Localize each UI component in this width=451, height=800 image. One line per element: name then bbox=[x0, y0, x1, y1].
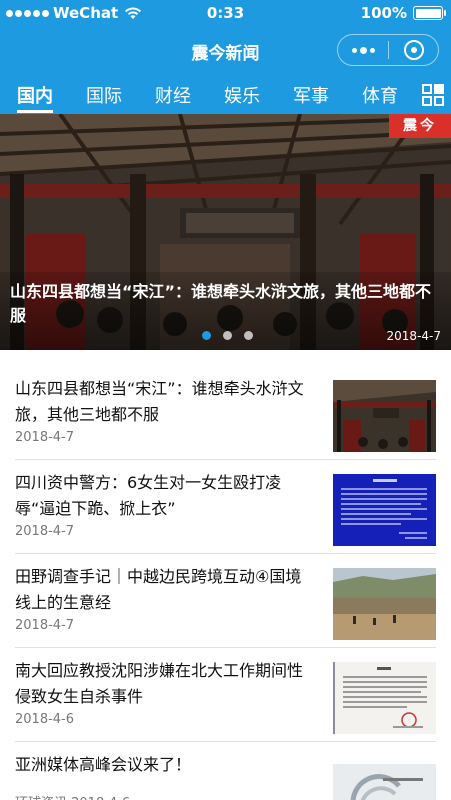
status-right: 100% bbox=[360, 4, 446, 22]
carousel-dot[interactable] bbox=[202, 331, 211, 340]
tab-domestic[interactable]: 国内 bbox=[17, 82, 53, 108]
carousel-dot[interactable] bbox=[223, 331, 232, 340]
tab-finance[interactable]: 财经 bbox=[155, 82, 191, 108]
news-date: 2018-4-7 bbox=[15, 618, 75, 633]
news-item[interactable]: 四川资中警方：6女生对一女生殴打凌辱“逼迫下跪、掀上衣” 2018-4-7 bbox=[15, 460, 436, 554]
news-date: 2018-4-7 bbox=[15, 524, 75, 539]
status-bar: WeChat 0:33 100% bbox=[0, 0, 451, 26]
more-button[interactable] bbox=[338, 35, 388, 65]
carousel-dot[interactable] bbox=[244, 331, 253, 340]
tab-sports[interactable]: 体育 bbox=[362, 82, 398, 108]
news-item[interactable]: 山东四县都想当“宋江”：谁想牵头水浒文旅，其他三地都不服 2018-4-7 bbox=[15, 366, 436, 460]
miniprogram-capsule bbox=[337, 34, 439, 66]
active-tab-indicator bbox=[17, 110, 53, 113]
news-date: 环球资讯 2018-4-6 bbox=[15, 792, 130, 800]
tab-international[interactable]: 国际 bbox=[86, 82, 122, 108]
hero-title[interactable]: 山东四县都想当“宋江”：谁想牵头水浒文旅，其他三地都不服 bbox=[10, 280, 442, 328]
news-thumbnail[interactable] bbox=[333, 764, 436, 800]
news-title[interactable]: 四川资中警方：6女生对一女生殴打凌辱“逼迫下跪、掀上衣” bbox=[15, 470, 315, 522]
category-tabs: 国内 国际 财经 娱乐 军事 体育 bbox=[0, 74, 451, 114]
battery-icon bbox=[413, 6, 446, 20]
close-button[interactable] bbox=[389, 35, 438, 65]
close-icon bbox=[403, 40, 424, 60]
battery-percent: 100% bbox=[360, 4, 407, 22]
news-title[interactable]: 南大回应教授沈阳涉嫌在北大工作期间性侵致女生自杀事件 bbox=[15, 658, 315, 710]
news-item[interactable]: 南大回应教授沈阳涉嫌在北大工作期间性侵致女生自杀事件 2018-4-6 bbox=[15, 648, 436, 742]
news-thumbnail[interactable] bbox=[333, 568, 436, 640]
grid-menu-icon[interactable] bbox=[422, 84, 444, 106]
tab-entertainment[interactable]: 娱乐 bbox=[224, 82, 260, 108]
brand-badge: 震今 bbox=[389, 114, 451, 138]
tab-military[interactable]: 军事 bbox=[293, 82, 329, 108]
news-thumbnail[interactable] bbox=[333, 474, 436, 546]
nav-bar: 震今新闻 bbox=[0, 26, 451, 74]
news-title[interactable]: 田野调查手记｜中越边民跨境互动④国境线上的生意经 bbox=[15, 564, 315, 616]
hero-date: 2018-4-7 bbox=[386, 329, 441, 343]
news-title[interactable]: 山东四县都想当“宋江”：谁想牵头水浒文旅，其他三地都不服 bbox=[15, 376, 315, 428]
news-thumbnail[interactable] bbox=[333, 380, 436, 452]
news-date: 2018-4-7 bbox=[15, 430, 75, 445]
carousel-indicator bbox=[202, 331, 253, 340]
news-title[interactable]: 亚洲媒体高峰会议来了！ bbox=[15, 752, 315, 778]
hero-carousel[interactable]: 震今 山东四县都想当“宋江”：谁想牵头水浒文旅，其他三地都不服 2018-4-7 bbox=[0, 114, 451, 350]
news-thumbnail[interactable] bbox=[333, 662, 436, 734]
news-item[interactable]: 亚洲媒体高峰会议来了！ 环球资讯 2018-4-6 bbox=[15, 742, 436, 800]
news-item[interactable]: 田野调查手记｜中越边民跨境互动④国境线上的生意经 2018-4-7 bbox=[15, 554, 436, 648]
news-date: 2018-4-6 bbox=[15, 712, 75, 727]
